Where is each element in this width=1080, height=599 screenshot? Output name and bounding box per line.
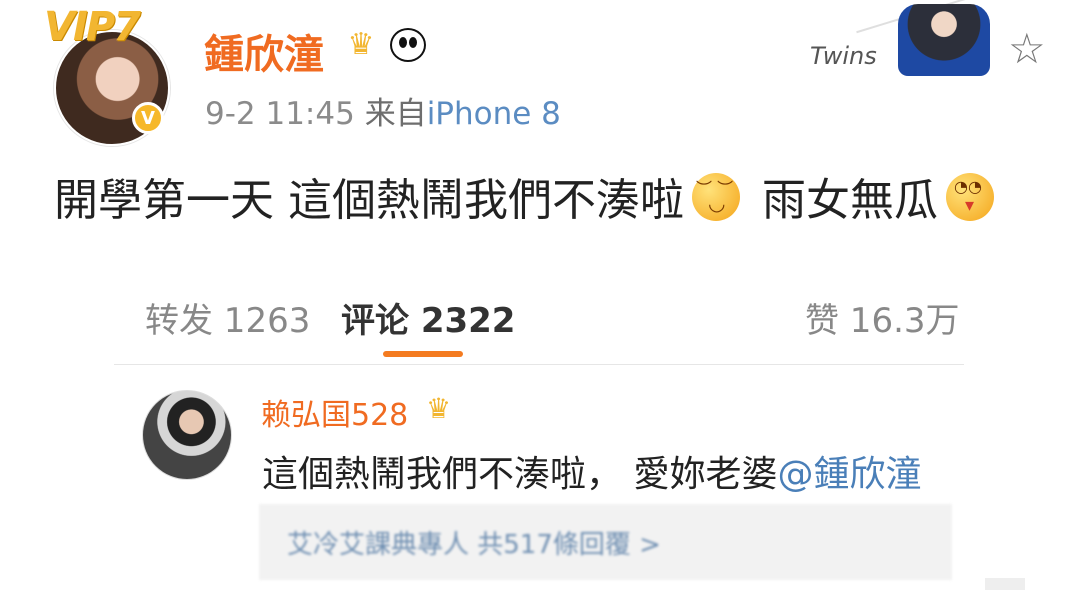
decoration-portrait: [898, 4, 990, 76]
profile-decoration-card: Twins ☆: [810, 0, 1046, 91]
crave-emoji-icon: [946, 173, 994, 221]
post-content-text: 開學第一天 這個熱鬧我們不湊啦: [54, 175, 684, 226]
interaction-tabs: 转发 1263 评论 2322 赞 16.3万: [145, 293, 965, 343]
divider: [114, 364, 964, 365]
post-username[interactable]: 鍾欣潼: [204, 22, 324, 80]
crown-icon: ♛: [426, 392, 452, 425]
tab-comments[interactable]: 评论 2322: [341, 293, 515, 342]
star-icon[interactable]: ☆: [1008, 24, 1046, 73]
post-source-prefix: 来自: [364, 96, 427, 132]
crown-icon: ♛: [347, 27, 375, 62]
vip-badge: VIP7: [44, 4, 141, 50]
post-content-text-2: 雨女無瓜: [762, 175, 938, 226]
post-content: 開學第一天 這個熱鬧我們不湊啦 雨女無瓜: [54, 164, 1002, 228]
comment-avatar[interactable]: [142, 390, 232, 480]
comment-username[interactable]: 赖弘国528: [261, 390, 408, 434]
replies-summary-box[interactable]: 艾冷艾課典專人 共517條回覆 >: [259, 504, 952, 580]
comment-body: 這個熱鬧我們不湊啦， 愛妳老婆: [262, 454, 778, 495]
corner-watermark: [985, 578, 1025, 590]
post-meta: 9-2 11:45 来自iPhone 8: [205, 88, 561, 133]
post-source-device[interactable]: iPhone 8: [427, 96, 561, 132]
tab-likes[interactable]: 赞 16.3万: [805, 293, 960, 342]
replies-summary-text[interactable]: 艾冷艾課典專人 共517條回覆 >: [287, 524, 661, 561]
comment-mention-link[interactable]: @鍾欣潼: [777, 454, 921, 495]
verified-badge-icon: V: [132, 102, 164, 134]
comment-text: 這個熱鬧我們不湊啦， 愛妳老婆@鍾欣潼: [262, 445, 921, 497]
panda-icon: [390, 28, 426, 62]
user-avatar-group[interactable]: VIP7 V: [44, 4, 174, 146]
post-time: 9-2 11:45: [205, 96, 355, 132]
tab-repost[interactable]: 转发 1263: [145, 293, 310, 342]
twins-text: Twins: [810, 42, 877, 70]
smile-emoji-icon: [692, 173, 740, 221]
active-tab-indicator: [383, 351, 463, 357]
